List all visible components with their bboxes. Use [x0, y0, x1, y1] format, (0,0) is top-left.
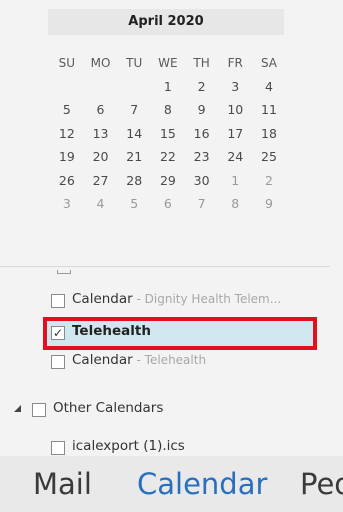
day-cell[interactable]: 20 — [84, 149, 118, 164]
day-cell[interactable]: 30 — [185, 173, 219, 188]
day-cell[interactable]: 5 — [50, 102, 84, 117]
weekday-label: MO — [90, 55, 111, 70]
partial-checkbox — [57, 270, 71, 274]
day-cell[interactable]: 8 — [151, 102, 185, 117]
day-cell[interactable]: 11 — [252, 102, 286, 117]
day-cell[interactable]: 2 — [185, 79, 219, 94]
week-row: 26 27 28 29 30 1 2 — [50, 169, 286, 193]
weekday-label: SU — [58, 55, 76, 70]
day-cell[interactable]: 26 — [50, 173, 84, 188]
weekday-label: SA — [260, 55, 277, 70]
day-cell[interactable]: 9 — [252, 196, 286, 211]
weekday-label: TH — [193, 55, 210, 70]
day-cell[interactable]: 10 — [218, 102, 252, 117]
day-cell[interactable]: 16 — [185, 126, 219, 141]
weekday-label: FR — [227, 55, 243, 70]
day-cell[interactable]: 29 — [151, 173, 185, 188]
day-cell[interactable]: 22 — [151, 149, 185, 164]
day-cell[interactable]: 1 — [218, 173, 252, 188]
week-row: 5 6 7 8 9 10 11 — [50, 98, 286, 122]
day-cell[interactable]: 15 — [151, 126, 185, 141]
day-cell[interactable]: 9 — [185, 102, 219, 117]
day-cell[interactable]: 24 — [218, 149, 252, 164]
day-cell[interactable]: 27 — [84, 173, 118, 188]
ics-checkbox[interactable] — [51, 441, 65, 455]
weekday-label: TU — [126, 55, 143, 70]
day-cell[interactable]: 19 — [50, 149, 84, 164]
folder-sublabel: - Dignity Health Telem... — [132, 292, 282, 306]
folder-item-calendar-telehealth[interactable]: Calendar - Telehealth — [72, 352, 206, 368]
calendar-folder-pane: April 2020 SU MO TU WE TH FR SA 1 2 3 4 … — [0, 0, 343, 512]
day-cell[interactable]: 17 — [218, 126, 252, 141]
date-navigator: SU MO TU WE TH FR SA 1 2 3 4 5 6 7 8 9 1… — [50, 51, 286, 216]
week-row: 12 13 14 15 16 17 18 — [50, 122, 286, 146]
highlight-annotation — [43, 317, 317, 350]
day-cell[interactable]: 2 — [252, 173, 286, 188]
folder-item-ics[interactable]: icalexport (1).ics — [72, 438, 185, 454]
weekday-header-row: SU MO TU WE TH FR SA — [50, 51, 286, 75]
nav-calendar[interactable]: Calendar — [137, 462, 267, 506]
day-cell[interactable]: 21 — [117, 149, 151, 164]
day-cell[interactable]: 3 — [218, 79, 252, 94]
day-cell[interactable]: 1 — [151, 79, 185, 94]
group-checkbox[interactable] — [32, 403, 46, 417]
navigator-divider — [0, 266, 330, 267]
calendar-checkbox[interactable] — [51, 355, 65, 369]
week-row: 19 20 21 22 23 24 25 — [50, 145, 286, 169]
day-cell[interactable]: 23 — [185, 149, 219, 164]
nav-people[interactable]: Peo — [300, 462, 343, 506]
group-other-calendars[interactable]: Other Calendars — [53, 400, 163, 416]
day-cell[interactable]: 14 — [117, 126, 151, 141]
day-cell[interactable]: 6 — [151, 196, 185, 211]
folder-label: Calendar — [72, 291, 133, 307]
collapse-triangle-icon[interactable] — [14, 405, 21, 412]
folder-sublabel: - Telehealth — [132, 353, 207, 367]
weekday-label: WE — [158, 55, 178, 70]
day-cell[interactable]: 5 — [117, 196, 151, 211]
day-cell[interactable]: 8 — [218, 196, 252, 211]
navigation-bar: Mail Calendar Peo — [0, 456, 343, 512]
day-cell[interactable]: 28 — [117, 173, 151, 188]
nav-mail[interactable]: Mail — [33, 462, 92, 506]
day-cell[interactable]: 6 — [84, 102, 118, 117]
month-title[interactable]: April 2020 — [48, 9, 284, 35]
calendar-checkbox[interactable] — [51, 294, 65, 308]
day-cell[interactable]: 7 — [185, 196, 219, 211]
week-row: 3 4 5 6 7 8 9 — [50, 192, 286, 216]
folder-label: Calendar — [72, 352, 133, 368]
day-cell[interactable]: 18 — [252, 126, 286, 141]
day-cell[interactable]: 4 — [252, 79, 286, 94]
week-row: 1 2 3 4 — [50, 75, 286, 99]
day-cell[interactable]: 7 — [117, 102, 151, 117]
day-cell[interactable]: 3 — [50, 196, 84, 211]
folder-item-calendar-dignity[interactable]: Calendar - Dignity Health Telem... — [72, 291, 281, 307]
day-cell[interactable]: 13 — [84, 126, 118, 141]
day-cell[interactable]: 25 — [252, 149, 286, 164]
day-cell[interactable]: 4 — [84, 196, 118, 211]
day-cell[interactable]: 12 — [50, 126, 84, 141]
